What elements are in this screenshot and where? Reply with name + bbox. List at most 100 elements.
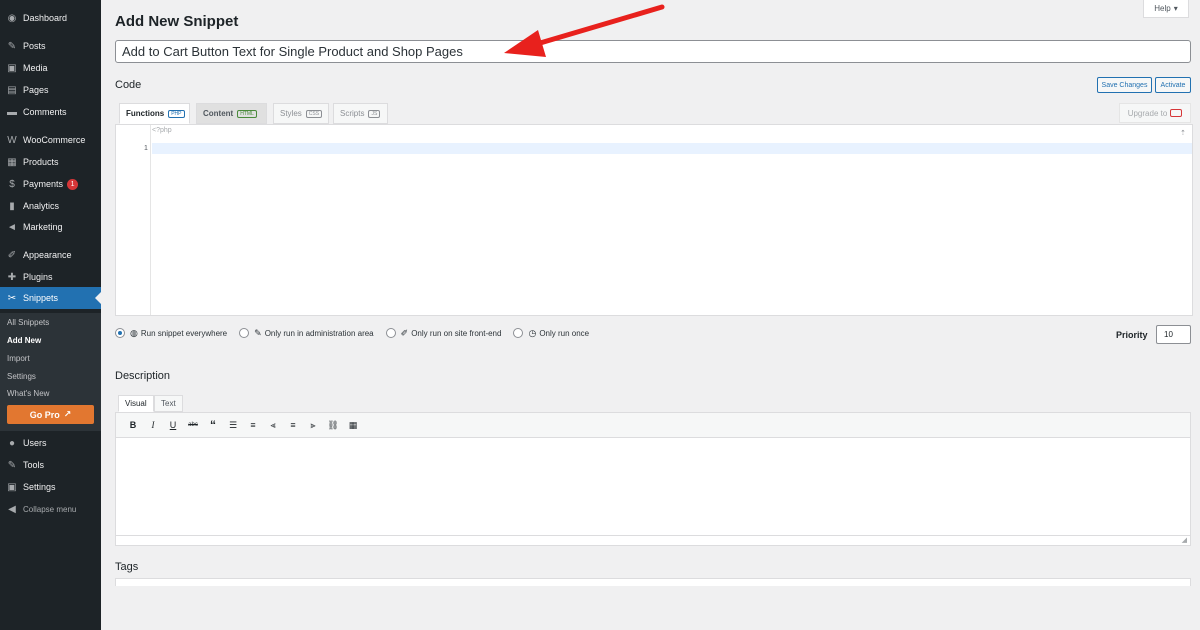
upgrade-to-pro-button[interactable]: Upgrade to xyxy=(1119,103,1191,123)
plugin-icon: ✚ xyxy=(7,271,17,283)
users-icon: ● xyxy=(8,437,16,449)
sidebar-item-users[interactable]: ● Users xyxy=(0,433,101,453)
radio-unchecked[interactable] xyxy=(513,328,524,338)
sidebar-item-tools[interactable]: ✎ Tools xyxy=(0,455,101,475)
line-number: 1 xyxy=(144,145,148,152)
scope-label: Only run once xyxy=(539,328,590,338)
sidebar-item-pages[interactable]: ▤ Pages xyxy=(0,80,101,100)
scope-admin-radio[interactable]: ✎ Only run in administration area xyxy=(239,328,374,339)
brush-icon: ✐ xyxy=(400,327,409,338)
sidebar-item-marketing[interactable]: ◄ Marketing xyxy=(0,217,101,237)
pro-logo-icon xyxy=(1170,109,1183,117)
submenu-settings[interactable]: Settings xyxy=(7,372,36,381)
numbered-list-icon[interactable]: ≡ xyxy=(243,416,263,434)
sidebar-item-label: WooCommerce xyxy=(23,135,86,145)
sidebar-item-payments[interactable]: $ Payments 1 xyxy=(0,174,101,194)
scope-frontend-radio[interactable]: ✐ Only run on site front-end xyxy=(385,327,502,339)
scope-everywhere-radio[interactable]: ◍ Run snippet everywhere xyxy=(115,328,227,339)
radio-unchecked[interactable] xyxy=(239,328,250,338)
go-pro-button[interactable]: Go Pro ↗ xyxy=(7,405,94,424)
align-center-icon[interactable]: ≡ xyxy=(283,416,303,434)
sidebar-item-media[interactable]: ▣ Media xyxy=(0,58,101,78)
resize-handle-icon[interactable]: ◢ xyxy=(1182,536,1187,544)
tags-section-label: Tags xyxy=(115,561,139,573)
globe-icon: ◍ xyxy=(130,327,138,338)
sidebar-item-posts[interactable]: ✎ Posts xyxy=(0,36,101,56)
priority-label: Priority xyxy=(1116,330,1148,340)
scope-label: Only run on site front-end xyxy=(411,328,502,338)
submenu-all-snippets[interactable]: All Snippets xyxy=(7,318,49,327)
chevron-down-icon: ▾ xyxy=(1173,4,1178,13)
bold-icon[interactable]: B xyxy=(123,416,143,434)
scope-options: ◍ Run snippet everywhere ✎ Only run in adm… xyxy=(115,325,601,341)
megaphone-icon: ◄ xyxy=(7,221,17,233)
sidebar-item-woocommerce[interactable]: W WooCommerce xyxy=(0,130,101,150)
sidebar-item-comments[interactable]: ▬ Comments xyxy=(0,102,101,122)
radio-checked[interactable] xyxy=(115,328,125,338)
snippet-title-value: Add to Cart Button Text for Single Produ… xyxy=(122,44,463,59)
link-icon[interactable]: ⛓ xyxy=(323,416,343,434)
clock-icon: ◷ xyxy=(528,327,537,338)
italic-icon[interactable]: I xyxy=(143,416,163,434)
sidebar-item-snippets[interactable]: ✂ Snippets xyxy=(0,287,101,309)
sidebar-item-label: Plugins xyxy=(23,272,53,282)
underline-icon[interactable]: U xyxy=(163,416,183,434)
bullet-list-icon[interactable]: ☰ xyxy=(223,416,243,434)
submenu-whats-new[interactable]: What's New xyxy=(7,389,49,398)
tab-label: Scripts xyxy=(340,109,365,118)
pin-icon: ✎ xyxy=(7,40,17,52)
sidebar-item-label: Marketing xyxy=(23,222,63,232)
editor-status-bar xyxy=(116,535,1190,545)
tab-tag: HTML xyxy=(237,109,257,118)
submenu-import[interactable]: Import xyxy=(7,354,30,363)
tab-label: Content xyxy=(203,109,234,118)
description-textarea[interactable]: ◢ xyxy=(115,438,1191,546)
scope-once-radio[interactable]: ◷ Only run once xyxy=(513,328,589,339)
sidebar-item-label: Settings xyxy=(23,482,56,492)
tab-styles[interactable]: Styles CSS xyxy=(273,103,329,124)
scissors-icon: ✂ xyxy=(7,292,17,304)
save-changes-button[interactable]: Save Changes xyxy=(1097,77,1152,93)
tab-tag: JS xyxy=(368,109,381,118)
sidebar-item-label: Posts xyxy=(23,41,46,51)
go-pro-label: Go Pro xyxy=(29,409,60,420)
sidebar-item-settings[interactable]: ▣ Settings xyxy=(0,477,101,497)
tab-scripts[interactable]: Scripts JS xyxy=(333,103,388,124)
toolbar-toggle-icon[interactable]: ▦ xyxy=(343,416,363,434)
tab-text[interactable]: Text xyxy=(154,395,183,412)
sidebar-item-products[interactable]: ▦ Products xyxy=(0,152,101,172)
strikethrough-icon[interactable]: abc xyxy=(183,416,203,434)
radio-unchecked[interactable] xyxy=(385,328,396,338)
sidebar-item-label: Payments xyxy=(23,179,64,189)
tab-content[interactable]: Content HTML xyxy=(196,103,267,124)
sidebar-item-analytics[interactable]: ▮ Analytics xyxy=(0,196,101,216)
woo-icon: W xyxy=(7,134,17,146)
collapse-menu-button[interactable]: ◀ Collapse menu xyxy=(0,499,101,519)
tab-label: Functions xyxy=(126,109,165,118)
expand-editor-icon[interactable]: ⇡ xyxy=(1180,129,1186,137)
analytics-icon: ▮ xyxy=(9,200,15,212)
tab-tag: PHP xyxy=(168,109,185,118)
sidebar-item-appearance[interactable]: ✐ Appearance xyxy=(0,245,101,265)
scope-label: Only run in administration area xyxy=(264,328,374,338)
code-section-label: Code xyxy=(115,79,142,91)
comments-icon: ▬ xyxy=(7,106,17,118)
activate-button[interactable]: Activate xyxy=(1155,77,1191,93)
align-right-icon[interactable]: ⫸ xyxy=(303,416,323,434)
brush-icon: ✐ xyxy=(7,249,17,261)
sidebar-item-plugins[interactable]: ✚ Plugins xyxy=(0,267,101,287)
align-left-icon[interactable]: ⫷ xyxy=(263,416,283,434)
priority-input[interactable]: 10 xyxy=(1156,325,1191,344)
wrench-icon: ✎ xyxy=(254,327,262,338)
sidebar-item-dashboard[interactable]: ◉ Dashboard xyxy=(0,8,101,28)
tags-input[interactable] xyxy=(115,578,1191,586)
submenu-add-new[interactable]: Add New xyxy=(7,336,41,345)
tab-functions[interactable]: Functions PHP xyxy=(119,103,190,124)
media-icon: ▣ xyxy=(7,62,17,74)
code-editor[interactable]: <?php 1 ⇡ xyxy=(115,124,1193,316)
collapse-menu-label: Collapse menu xyxy=(23,504,77,514)
editor-toolbar: B I U abc “ ☰ ≡ ⫷ ≡ ⫸ ⛓ ▦ xyxy=(115,412,1191,438)
help-tab-button[interactable]: Help ▾ xyxy=(1143,0,1189,18)
tab-visual[interactable]: Visual xyxy=(118,395,154,412)
blockquote-icon[interactable]: “ xyxy=(203,416,223,434)
